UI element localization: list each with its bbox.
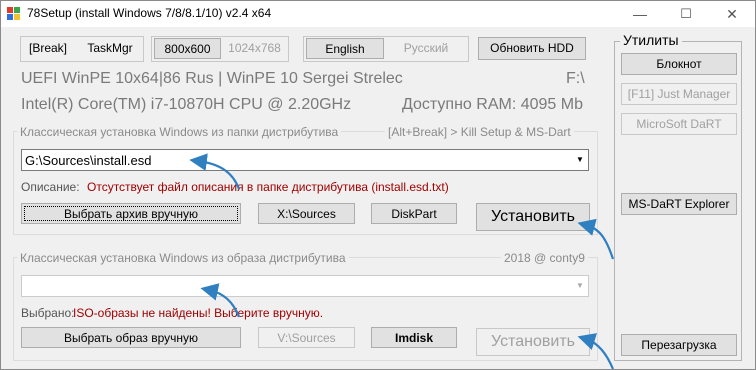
app-window: 78Setup (install Windows 7/8/8.1/10) v2.… [0,0,756,370]
annotation-arrows [189,153,615,370]
annotation-arrow-install-image [577,333,615,370]
annotation-arrow-path [189,153,241,190]
annotation-arrow-install [577,218,615,260]
annotation-arrow-image [200,283,241,318]
